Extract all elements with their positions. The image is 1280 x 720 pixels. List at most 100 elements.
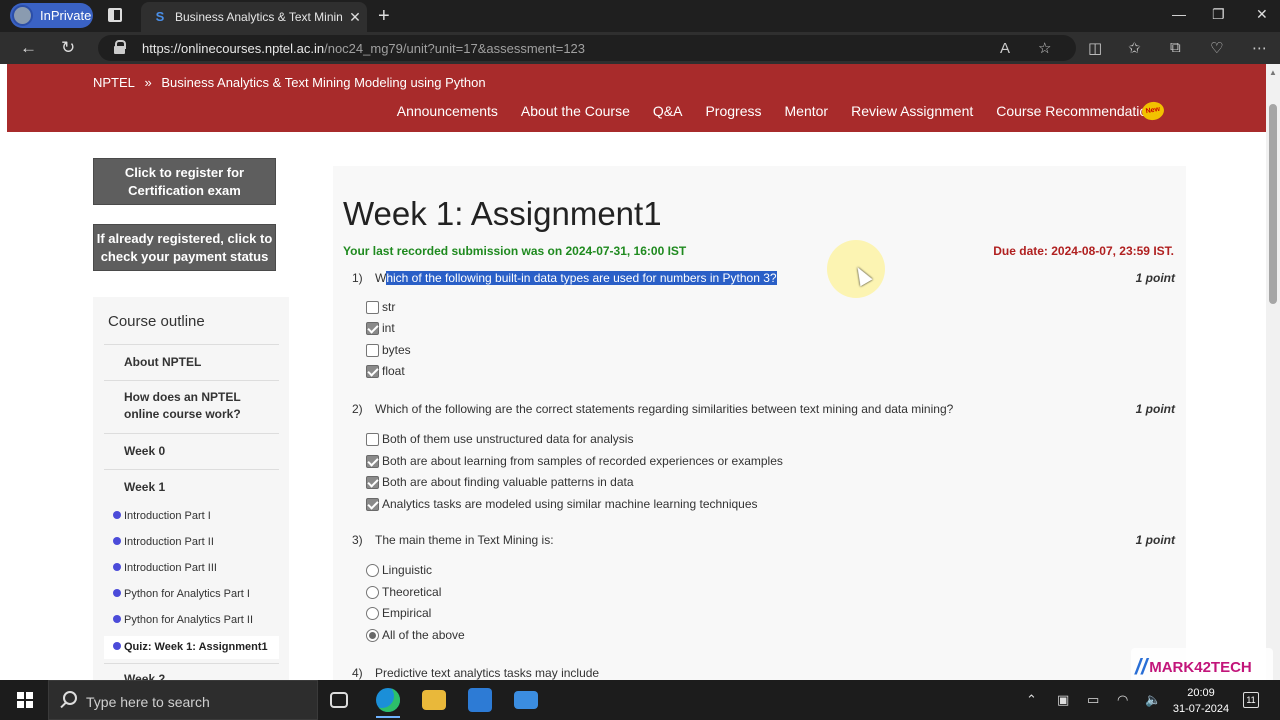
active-tab[interactable]: S Business Analytics & Text Mining ✕: [141, 2, 367, 32]
nav-course-recommendations[interactable]: Course Recommendations: [996, 103, 1162, 119]
refresh-icon[interactable]: ↻: [61, 38, 75, 58]
unit-bullet-icon: [113, 589, 121, 597]
radio-button[interactable]: [366, 563, 379, 577]
mail-icon[interactable]: [514, 691, 538, 709]
split-screen-icon[interactable]: ◫: [1088, 39, 1102, 57]
checkbox[interactable]: [366, 432, 379, 446]
active-app-indicator: [376, 716, 400, 718]
outline-item-how-course-works[interactable]: How does an NPTEL online course work?: [104, 380, 279, 433]
meet-now-icon[interactable]: ▣: [1057, 692, 1069, 708]
question-1-points: 1 point: [1135, 271, 1175, 285]
favorite-star-icon[interactable]: ☆: [1038, 39, 1051, 57]
checkbox-checked[interactable]: [366, 321, 379, 335]
minimize-icon[interactable]: —: [1172, 6, 1186, 22]
nav-review-assignment[interactable]: Review Assignment: [851, 103, 973, 119]
tab-actions-icon[interactable]: [108, 8, 122, 22]
q3-option-all[interactable]: All of the above: [366, 628, 465, 642]
system-clock[interactable]: 20:09 31-07-2024: [1172, 685, 1230, 717]
radio-button-selected[interactable]: [366, 628, 379, 642]
check-payment-status-button[interactable]: If already registered, click to check yo…: [93, 224, 276, 271]
volume-icon[interactable]: 🔈: [1145, 692, 1161, 708]
browser-essentials-icon[interactable]: ♡: [1210, 39, 1223, 57]
checkbox[interactable]: [366, 300, 379, 314]
outline-item-week-1[interactable]: Week 1: [104, 469, 279, 505]
edge-browser-icon[interactable]: [376, 688, 400, 712]
read-aloud-icon[interactable]: A: [1000, 40, 1010, 57]
breadcrumb-home-link[interactable]: NPTEL: [93, 75, 135, 90]
url-text: https://onlinecourses.nptel.ac.in/noc24_…: [142, 41, 586, 56]
outline-unit-intro-2[interactable]: Introduction Part II: [113, 536, 214, 548]
nav-progress[interactable]: Progress: [705, 103, 761, 119]
inprivate-badge[interactable]: InPrivate: [10, 3, 93, 28]
q3-option-empirical[interactable]: Empirical: [366, 606, 431, 620]
windows-start-icon[interactable]: [17, 692, 33, 708]
q1-option-float[interactable]: float: [366, 364, 405, 378]
q2-option-2[interactable]: Both are about learning from samples of …: [366, 454, 783, 468]
q1-option-bytes[interactable]: bytes: [366, 343, 411, 357]
nav-qa[interactable]: Q&A: [653, 103, 683, 119]
battery-icon[interactable]: ▭: [1087, 692, 1099, 708]
nav-announcements[interactable]: Announcements: [397, 103, 498, 119]
q2-option-1[interactable]: Both of them use unstructured data for a…: [366, 432, 633, 446]
address-toolbar: ← ↻ https://onlinecourses.nptel.ac.in/no…: [0, 32, 1280, 64]
unit-bullet-icon: [113, 537, 121, 545]
assignment-title: Week 1: Assignment1: [343, 195, 662, 232]
clock-date: 31-07-2024: [1172, 703, 1230, 715]
store-icon[interactable]: [468, 688, 492, 712]
register-certification-button[interactable]: Click to register for Certification exam: [93, 158, 276, 205]
checkbox[interactable]: [366, 343, 379, 357]
radio-button[interactable]: [366, 585, 379, 599]
outline-unit-python-1[interactable]: Python for Analytics Part I: [113, 588, 250, 600]
notification-center-icon[interactable]: 11: [1243, 692, 1259, 708]
address-bar[interactable]: https://onlinecourses.nptel.ac.in/noc24_…: [98, 35, 1076, 61]
question-4-text: 4) Predictive text analytics tasks may in…: [352, 666, 600, 680]
breadcrumb-course-link[interactable]: Business Analytics & Text Mining Modelin…: [161, 75, 485, 90]
search-icon: [63, 691, 77, 705]
outline-item-week-0[interactable]: Week 0: [104, 433, 279, 469]
windows-taskbar: Type here to search ⌃ ▣ ▭ ◠ 🔈 20:09 31-0…: [0, 680, 1280, 720]
collections-icon[interactable]: ⧉: [1170, 39, 1181, 56]
new-tab-icon[interactable]: +: [378, 5, 390, 28]
question-3-text: 3) The main theme in Text Mining is:: [352, 533, 554, 547]
checkbox-checked[interactable]: [366, 454, 379, 468]
q2-option-4[interactable]: Analytics tasks are modeled using simila…: [366, 497, 758, 511]
q2-option-3[interactable]: Both are about finding valuable patterns…: [366, 475, 634, 489]
maximize-icon[interactable]: ❐: [1212, 6, 1225, 23]
task-view-icon[interactable]: [330, 692, 348, 708]
nav-mentor[interactable]: Mentor: [785, 103, 829, 119]
q3-option-theoretical[interactable]: Theoretical: [366, 585, 441, 599]
close-tab-icon[interactable]: ✕: [343, 9, 367, 26]
wifi-icon[interactable]: ◠: [1117, 692, 1128, 708]
scrollbar-thumb[interactable]: [1269, 104, 1277, 304]
lock-icon: [114, 40, 126, 54]
q3-option-linguistic[interactable]: Linguistic: [366, 563, 432, 577]
checkbox-checked[interactable]: [366, 497, 379, 511]
q1-option-str[interactable]: str: [366, 300, 395, 314]
question-1-text: 1) Which of the following built-in data t…: [352, 271, 777, 285]
nav-about-course[interactable]: About the Course: [521, 103, 630, 119]
more-menu-icon[interactable]: ⋯: [1252, 39, 1267, 57]
close-window-icon[interactable]: ✕: [1256, 6, 1268, 23]
outline-item-about-nptel[interactable]: About NPTEL: [104, 344, 279, 380]
site-header: NPTEL » Business Analytics & Text Mining…: [7, 64, 1266, 132]
unit-bullet-icon: [113, 642, 121, 650]
scroll-up-icon[interactable]: ▲: [1269, 68, 1277, 77]
q1-option-int[interactable]: int: [366, 321, 395, 335]
back-icon[interactable]: ←: [20, 38, 37, 58]
taskbar-search[interactable]: Type here to search: [48, 680, 318, 720]
question-2-points: 1 point: [1135, 402, 1175, 416]
favorites-icon[interactable]: ✩: [1128, 39, 1141, 57]
file-explorer-icon[interactable]: [422, 690, 446, 710]
course-nav: Announcements About the Course Q&A Progr…: [397, 103, 1162, 119]
radio-button[interactable]: [366, 606, 379, 620]
outline-unit-intro-1[interactable]: Introduction Part I: [113, 510, 211, 522]
show-hidden-icons[interactable]: ⌃: [1026, 692, 1037, 708]
watermark-logo-icon: //: [1135, 654, 1148, 679]
checkbox-checked[interactable]: [366, 475, 379, 489]
clock-time: 20:09: [1187, 687, 1215, 699]
unit-bullet-icon: [113, 563, 121, 571]
outline-unit-python-2[interactable]: Python for Analytics Part II: [113, 614, 253, 626]
outline-unit-intro-3[interactable]: Introduction Part III: [113, 562, 217, 574]
checkbox-checked[interactable]: [366, 364, 379, 378]
outline-unit-quiz-active[interactable]: Quiz: Week 1: Assignment1: [104, 636, 279, 659]
